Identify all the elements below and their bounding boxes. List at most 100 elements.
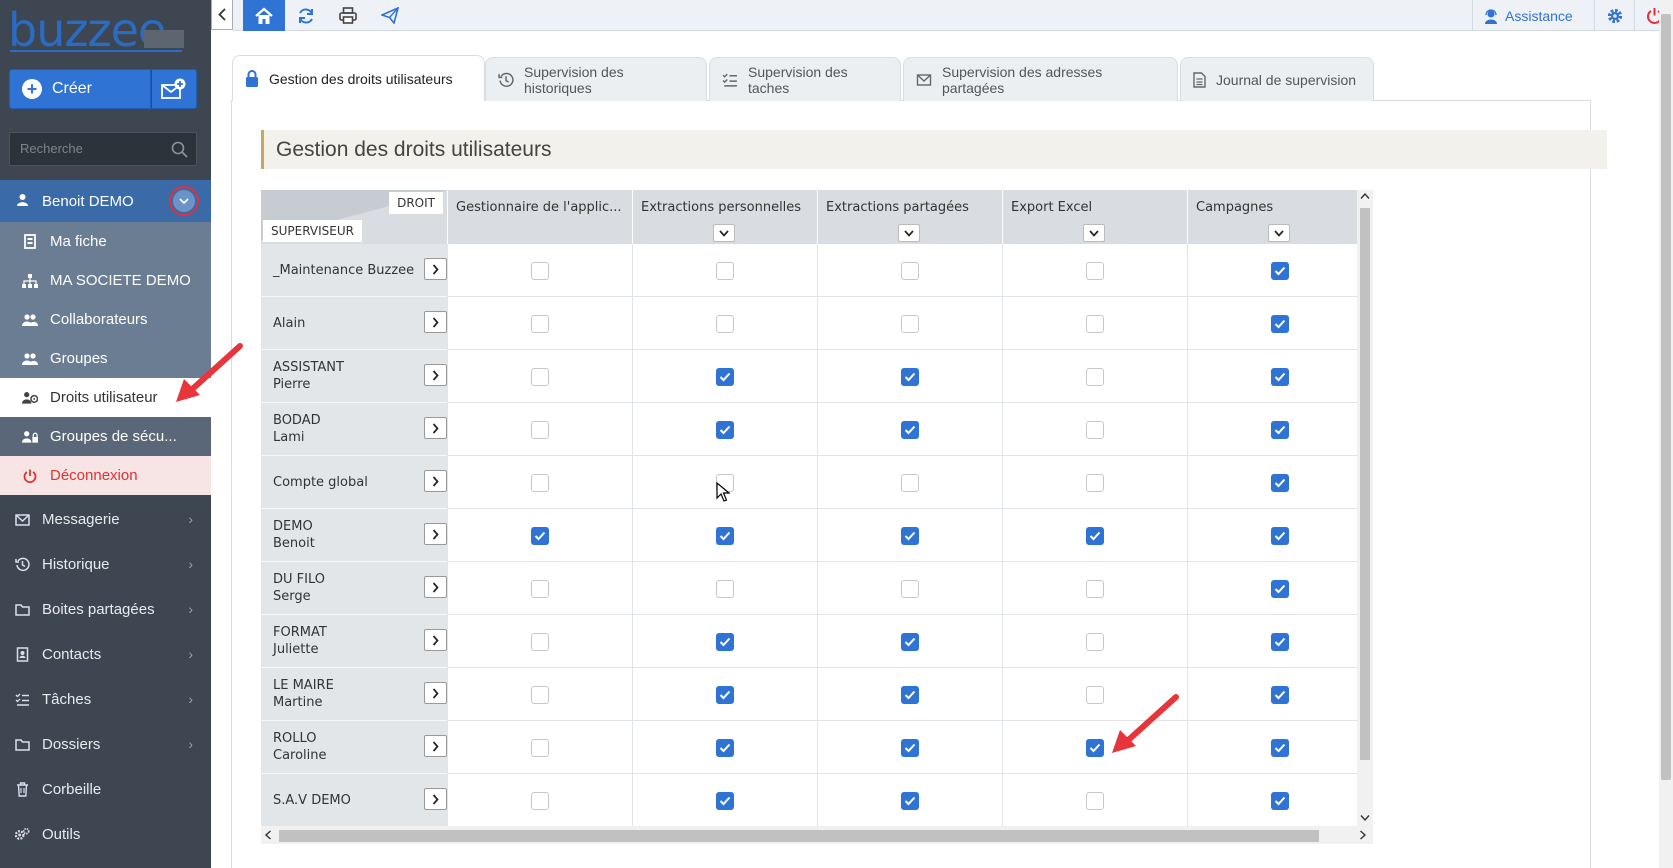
checkbox-unchecked[interactable]: [531, 314, 549, 333]
checkbox-unchecked[interactable]: [1086, 685, 1104, 704]
row-expand-button[interactable]: [424, 311, 447, 333]
grid-horizontal-scrollbar[interactable]: [261, 826, 1373, 844]
row-expand-button[interactable]: [424, 364, 447, 386]
menu-item-droits-utilisateur[interactable]: Droits utilisateur: [0, 378, 211, 417]
nav-messagerie[interactable]: Messagerie ›: [0, 497, 211, 542]
checkbox-checked[interactable]: [1086, 526, 1104, 545]
column-dropdown-button[interactable]: [1083, 224, 1105, 242]
checkbox-checked[interactable]: [1271, 632, 1289, 651]
checkbox-checked[interactable]: [901, 632, 919, 651]
checkbox-unchecked[interactable]: [1086, 473, 1104, 492]
scrollbar-thumb[interactable]: [279, 830, 1319, 842]
checkbox-checked[interactable]: [716, 791, 734, 810]
new-message-button[interactable]: [151, 69, 197, 109]
create-button[interactable]: + Créer: [9, 69, 151, 109]
menu-item-deconnexion[interactable]: Déconnexion: [0, 456, 211, 495]
checkbox-unchecked[interactable]: [901, 579, 919, 598]
search-input[interactable]: [10, 133, 160, 164]
checkbox-unchecked[interactable]: [716, 314, 734, 333]
checkbox-checked[interactable]: [1271, 367, 1289, 386]
refresh-button[interactable]: [285, 0, 327, 31]
row-expand-button[interactable]: [424, 629, 447, 651]
user-menu-header[interactable]: Benoit DEMO: [0, 180, 211, 222]
checkbox-checked[interactable]: [716, 738, 734, 757]
checkbox-checked[interactable]: [1086, 738, 1104, 757]
checkbox-unchecked[interactable]: [531, 473, 549, 492]
settings-button[interactable]: [1594, 0, 1634, 31]
tab-supervision-adresses[interactable]: Supervision des adresses partagées: [903, 57, 1178, 101]
menu-item-groupes[interactable]: Groupes: [0, 339, 211, 378]
menu-item-groupes-securite[interactable]: Groupes de sécu...: [0, 417, 211, 456]
chevron-down-icon[interactable]: [1360, 814, 1370, 822]
row-expand-button[interactable]: [424, 682, 447, 704]
menu-item-collaborateurs[interactable]: Collaborateurs: [0, 300, 211, 339]
checkbox-checked[interactable]: [716, 367, 734, 386]
tab-supervision-taches[interactable]: Supervision des taches: [709, 57, 901, 101]
checkbox-checked[interactable]: [1271, 261, 1289, 280]
checkbox-checked[interactable]: [1271, 526, 1289, 545]
row-expand-button[interactable]: [424, 576, 447, 598]
row-expand-button[interactable]: [424, 735, 447, 757]
checkbox-checked[interactable]: [901, 367, 919, 386]
checkbox-unchecked[interactable]: [531, 632, 549, 651]
checkbox-unchecked[interactable]: [531, 420, 549, 439]
tab-journal-supervision[interactable]: Journal de supervision: [1180, 57, 1374, 101]
scrollbar-thumb[interactable]: [1360, 208, 1370, 760]
checkbox-checked[interactable]: [901, 420, 919, 439]
row-expand-button[interactable]: [424, 258, 447, 280]
checkbox-unchecked[interactable]: [901, 473, 919, 492]
checkbox-unchecked[interactable]: [716, 579, 734, 598]
user-menu-toggle[interactable]: [169, 186, 199, 216]
nav-corbeille[interactable]: Corbeille: [0, 767, 211, 812]
checkbox-unchecked[interactable]: [901, 314, 919, 333]
checkbox-checked[interactable]: [716, 632, 734, 651]
checkbox-unchecked[interactable]: [531, 261, 549, 280]
row-expand-button[interactable]: [424, 470, 447, 492]
checkbox-checked[interactable]: [1271, 685, 1289, 704]
row-expand-button[interactable]: [424, 523, 447, 545]
menu-item-ma-societe[interactable]: MA SOCIETE DEMO: [0, 261, 211, 300]
checkbox-checked[interactable]: [1271, 579, 1289, 598]
chevron-up-icon[interactable]: [1360, 192, 1370, 200]
tab-supervision-historiques[interactable]: Supervision des historiques: [485, 57, 707, 101]
row-expand-button[interactable]: [424, 788, 447, 810]
checkbox-unchecked[interactable]: [1086, 261, 1104, 280]
checkbox-checked[interactable]: [1271, 420, 1289, 439]
checkbox-unchecked[interactable]: [1086, 367, 1104, 386]
checkbox-checked[interactable]: [901, 791, 919, 810]
checkbox-checked[interactable]: [1271, 738, 1289, 757]
checkbox-checked[interactable]: [1271, 473, 1289, 492]
grid-vertical-scrollbar[interactable]: [1357, 190, 1373, 826]
nav-dossiers[interactable]: Dossiers ›: [0, 722, 211, 767]
checkbox-checked[interactable]: [901, 685, 919, 704]
checkbox-unchecked[interactable]: [531, 685, 549, 704]
checkbox-checked[interactable]: [1271, 314, 1289, 333]
checkbox-unchecked[interactable]: [716, 261, 734, 280]
print-button[interactable]: [327, 0, 369, 31]
assistance-button[interactable]: Assistance: [1472, 0, 1583, 31]
checkbox-checked[interactable]: [716, 526, 734, 545]
scrollbar-thumb[interactable]: [1661, 14, 1671, 780]
sidebar-collapse-button[interactable]: [211, 0, 233, 30]
checkbox-unchecked[interactable]: [901, 261, 919, 280]
checkbox-checked[interactable]: [716, 685, 734, 704]
checkbox-checked[interactable]: [901, 526, 919, 545]
checkbox-checked[interactable]: [901, 738, 919, 757]
send-button[interactable]: [369, 0, 411, 31]
checkbox-unchecked[interactable]: [531, 738, 549, 757]
nav-historique[interactable]: Historique ›: [0, 542, 211, 587]
chevron-left-icon[interactable]: [264, 830, 272, 840]
search-icon[interactable]: [171, 141, 188, 158]
nav-outils[interactable]: Outils: [0, 812, 211, 857]
checkbox-checked[interactable]: [531, 526, 549, 545]
app-logo[interactable]: buzzee: [8, 4, 166, 56]
checkbox-checked[interactable]: [716, 420, 734, 439]
checkbox-unchecked[interactable]: [1086, 791, 1104, 810]
nav-contacts[interactable]: Contacts ›: [0, 632, 211, 677]
column-dropdown-button[interactable]: [898, 224, 920, 242]
nav-taches[interactable]: Tâches ›: [0, 677, 211, 722]
page-scrollbar[interactable]: [1659, 0, 1673, 868]
tab-gestion-droits[interactable]: Gestion des droits utilisateurs: [232, 55, 485, 101]
column-dropdown-button[interactable]: [713, 224, 735, 242]
checkbox-unchecked[interactable]: [1086, 579, 1104, 598]
